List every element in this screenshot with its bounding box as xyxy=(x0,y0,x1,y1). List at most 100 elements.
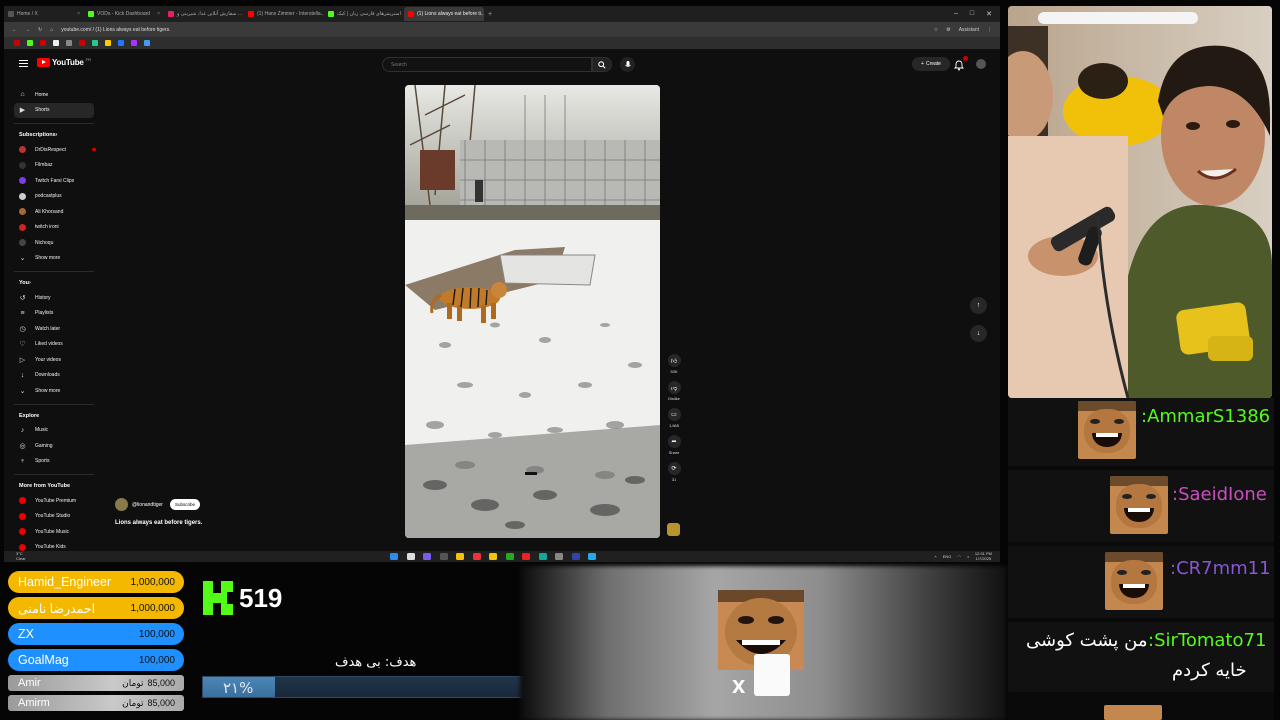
comment-icon[interactable]: ▭ xyxy=(667,408,681,421)
bookmark-x-icon[interactable] xyxy=(53,40,59,46)
youtube-logo[interactable]: YouTube FR xyxy=(37,57,91,67)
volume-icon[interactable]: ◃ xyxy=(967,554,969,559)
sound-thumbnail[interactable] xyxy=(667,523,680,536)
app-icon[interactable] xyxy=(571,553,580,560)
sidebar-item[interactable]: ⌄ Show more xyxy=(14,383,104,399)
chrome-icon[interactable] xyxy=(538,553,547,560)
browser-tab[interactable]: (1) Hans Zimmer - Interstella...× xyxy=(244,7,324,21)
app-icon[interactable] xyxy=(472,553,481,560)
reload-icon[interactable]: ↻ xyxy=(38,27,42,33)
bookmark-youtube-icon[interactable] xyxy=(14,40,20,46)
sidebar-item[interactable]: ◎ Gaming xyxy=(14,438,104,454)
remix-icon[interactable]: ⟳ xyxy=(667,462,681,475)
weather-widget[interactable]: 3°C Clear xyxy=(16,551,26,561)
search-taskbar-icon[interactable] xyxy=(406,553,415,560)
remix-action[interactable]: ⟳ 31 xyxy=(664,462,684,482)
browser-tab[interactable]: (1) Lions always eat before ti...× xyxy=(404,7,484,21)
sidebar-item[interactable]: ↓ Downloads xyxy=(14,368,104,384)
close-tab-icon[interactable]: × xyxy=(77,11,80,17)
create-button[interactable]: + Create xyxy=(912,57,950,71)
app-icon[interactable] xyxy=(588,553,596,560)
sidebar-item[interactable]: Twitch Farsi Clips xyxy=(14,173,104,189)
close-window-icon[interactable]: ✕ xyxy=(986,10,992,18)
sidebar-item[interactable]: ♪ Music xyxy=(14,423,104,439)
like-action[interactable]: 👍︎ 53K xyxy=(664,354,684,374)
home-nav-icon[interactable]: ⌂ xyxy=(50,27,53,33)
app-icon[interactable] xyxy=(439,553,448,560)
chevron-up-icon[interactable]: ˄ xyxy=(934,554,936,559)
explore-header[interactable]: Explore xyxy=(14,409,104,423)
sidebar-item[interactable]: Nichoqu xyxy=(14,235,104,251)
sidebar-item[interactable]: ≡ Playlists xyxy=(14,306,104,322)
chat-username[interactable]: :AmmarS1386 xyxy=(1141,406,1270,427)
menu-icon[interactable]: ⋮ xyxy=(987,27,992,33)
subscribe-button[interactable]: Subscribe xyxy=(169,499,200,510)
thumbs-up-icon[interactable]: 👍︎ xyxy=(667,354,681,367)
app-icon[interactable] xyxy=(505,553,514,560)
sidebar-item[interactable]: YouTube Studio xyxy=(14,509,104,525)
sidebar-item[interactable]: ♡ Liked videos xyxy=(14,337,104,353)
new-tab-button[interactable]: + xyxy=(484,11,496,18)
shorts-video-player[interactable] xyxy=(405,85,660,538)
bookmark-gmail-icon[interactable] xyxy=(79,40,85,46)
sidebar-item[interactable]: DrDisRespect xyxy=(14,142,104,158)
channel-name[interactable]: @lionandtiger xyxy=(132,502,163,508)
more-from-youtube-header[interactable]: More from YouTube xyxy=(14,479,104,493)
browser-tab[interactable]: استریمرهای فارسی زبان | کیک× xyxy=(324,7,404,21)
bookmark-kick-icon[interactable] xyxy=(27,40,33,46)
bookmark-icon[interactable] xyxy=(118,40,124,46)
sidebar-item[interactable]: Filmbaz xyxy=(14,158,104,174)
browser-tab[interactable]: سفارش آنلاین غذا، شیرینی و ...× xyxy=(164,7,244,21)
app-icon[interactable] xyxy=(522,553,530,560)
chat-username[interactable]: :SirTomato71 xyxy=(1148,630,1266,651)
forward-icon[interactable]: → xyxy=(25,27,30,33)
subscriptions-header[interactable]: Subscriptions › xyxy=(14,128,104,142)
bookmark-star-icon[interactable]: ☆ xyxy=(934,27,938,33)
bookmark-icon[interactable] xyxy=(105,40,111,46)
assistant-button[interactable]: Assistant xyxy=(959,27,979,33)
sidebar-item[interactable]: ↺ History xyxy=(14,290,104,306)
bookmark-icon[interactable] xyxy=(92,40,98,46)
sidebar-item[interactable]: ⌂ Home xyxy=(14,87,104,103)
chat-username[interactable]: :CR7mm11 xyxy=(1170,558,1271,579)
app-icon[interactable] xyxy=(555,553,563,560)
chat-username[interactable]: :SaeidIone xyxy=(1172,484,1267,505)
file-explorer-icon[interactable] xyxy=(456,553,464,560)
dislike-action[interactable]: 👎︎ Dislike xyxy=(664,381,684,401)
extensions-icon[interactable]: ⚙ xyxy=(946,27,950,33)
wifi-icon[interactable]: ◠ xyxy=(957,554,961,559)
folder-icon[interactable] xyxy=(489,553,497,560)
clock[interactable]: 12:31 PM 1/7/2025 xyxy=(975,551,992,561)
language-indicator[interactable]: ENG xyxy=(943,554,952,559)
sidebar-item[interactable]: YouTube Premium xyxy=(14,493,104,509)
browser-tab[interactable]: Home / X × xyxy=(4,7,84,21)
back-icon[interactable]: ← xyxy=(12,27,17,33)
hamburger-menu-icon[interactable] xyxy=(19,60,28,67)
search-button[interactable] xyxy=(592,57,612,72)
minimize-icon[interactable]: – xyxy=(954,10,958,18)
sidebar-item[interactable]: YouTube Music xyxy=(14,524,104,540)
url-input[interactable]: youtube.com/ / (1) Lions always eat befo… xyxy=(61,27,170,33)
sidebar-item[interactable]: ◷ Watch later xyxy=(14,321,104,337)
voice-search-button[interactable] xyxy=(620,57,635,72)
sidebar-item[interactable]: twitch ironi xyxy=(14,220,104,236)
sidebar-item[interactable]: ⌄ Show more xyxy=(14,251,104,267)
bookmark-icon[interactable] xyxy=(131,40,137,46)
next-short-button[interactable]: ↓ xyxy=(970,325,987,342)
account-avatar[interactable] xyxy=(976,59,986,69)
browser-tab[interactable]: VODs - Kick Dashboard × xyxy=(84,7,164,21)
maximize-icon[interactable]: □ xyxy=(970,10,974,18)
app-icon[interactable] xyxy=(423,553,431,560)
sidebar-item[interactable]: Ali Khorsand xyxy=(14,204,104,220)
bookmark-icon[interactable] xyxy=(66,40,72,46)
bookmark-icon[interactable] xyxy=(144,40,150,46)
sidebar-item[interactable]: ▶ Shorts xyxy=(14,102,94,118)
you-header[interactable]: You › xyxy=(14,276,104,290)
sidebar-item[interactable]: ♆ Sports xyxy=(14,454,104,470)
windows-start-icon[interactable] xyxy=(390,553,398,560)
channel-avatar[interactable] xyxy=(115,498,128,511)
search-input[interactable]: Search xyxy=(382,57,592,72)
share-action[interactable]: ➦ Share xyxy=(664,435,684,455)
share-icon[interactable]: ➦ xyxy=(667,435,681,448)
thumbs-down-icon[interactable]: 👎︎ xyxy=(667,381,681,394)
